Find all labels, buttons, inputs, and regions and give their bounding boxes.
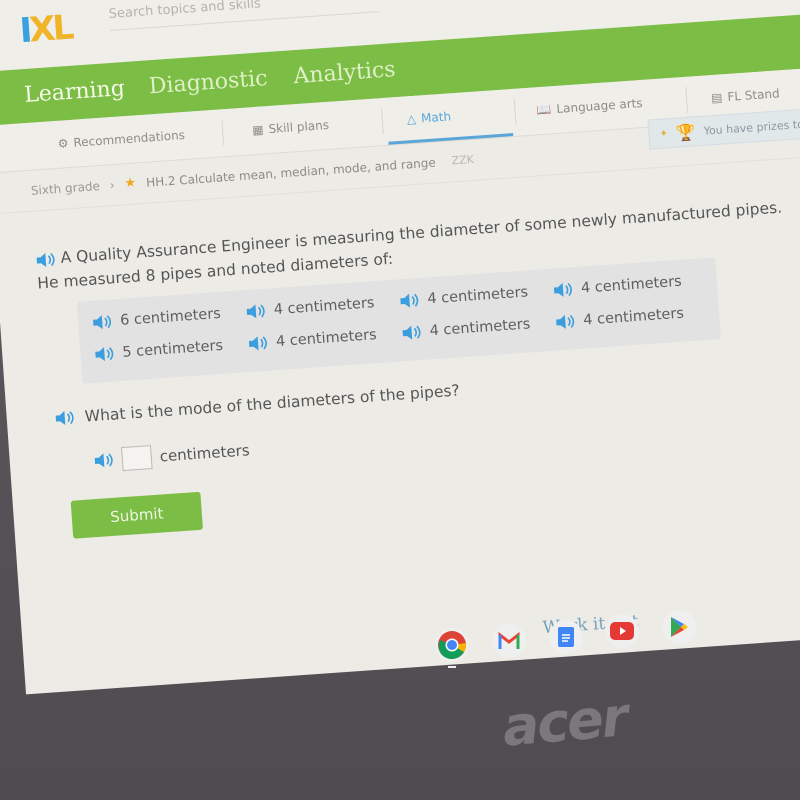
chevron-right-icon: › xyxy=(109,177,116,192)
breadcrumb-skill: HH.2 Calculate mean, median, mode, and r… xyxy=(145,155,437,190)
ixl-logo[interactable]: IXL xyxy=(18,8,72,51)
value-item: 6 centimeters xyxy=(92,306,221,331)
speaker-icon[interactable] xyxy=(555,313,576,330)
value-item: 4 centimeters xyxy=(399,284,529,309)
divider xyxy=(381,108,384,135)
play-store-icon[interactable] xyxy=(662,610,696,644)
value-item: 4 centimeters xyxy=(401,316,531,341)
running-indicator xyxy=(448,666,456,668)
speaker-icon[interactable] xyxy=(553,281,574,298)
value-item: 4 centimeters xyxy=(245,295,375,320)
book-icon: 📖 xyxy=(536,102,552,118)
math-icon: △ xyxy=(406,111,417,127)
search-input[interactable]: Search topics and skills xyxy=(107,0,380,31)
skill-code: ZZK xyxy=(451,152,475,168)
speaker-icon[interactable] xyxy=(399,292,420,309)
sparkle-icon: ✦ xyxy=(659,127,669,140)
value-item: 4 centimeters xyxy=(553,274,682,299)
speaker-icon[interactable] xyxy=(93,452,114,469)
divider xyxy=(221,119,225,146)
skill-plans-icon: ▦ xyxy=(251,122,265,138)
tab-diagnostic[interactable]: Diagnostic xyxy=(148,66,268,99)
subnav-fl-standards[interactable]: ▤ FL Stand xyxy=(711,86,780,105)
answer-row: centimeters xyxy=(93,438,250,473)
subnav-skill-plans[interactable]: ▦ Skill plans xyxy=(252,118,330,137)
trophy-icon: 🏆 xyxy=(675,121,697,143)
standards-icon: ▤ xyxy=(710,90,723,106)
answer-input[interactable] xyxy=(121,445,153,472)
value-item: 4 centimeters xyxy=(555,306,684,331)
acer-logo: acer xyxy=(500,685,629,759)
speaker-icon[interactable] xyxy=(401,324,422,341)
speaker-icon[interactable] xyxy=(92,313,113,330)
chrome-icon[interactable] xyxy=(435,628,469,662)
value-item: 5 centimeters xyxy=(94,338,224,363)
speaker-icon[interactable] xyxy=(248,335,269,352)
tab-analytics[interactable]: Analytics xyxy=(293,57,397,89)
speaker-icon[interactable] xyxy=(54,409,75,426)
question-prompt: What is the mode of the diameters of the… xyxy=(54,381,460,427)
math-active-underline xyxy=(388,133,514,145)
gmail-icon[interactable] xyxy=(492,624,526,658)
tab-learning[interactable]: Learning xyxy=(23,76,125,108)
breadcrumb-grade[interactable]: Sixth grade xyxy=(30,179,100,198)
recommendations-icon: ⚙ xyxy=(57,136,69,151)
divider xyxy=(685,86,689,113)
divider xyxy=(513,98,517,125)
subnav-recommendations[interactable]: ⚙ Recommendations xyxy=(57,128,185,151)
subnav-math[interactable]: △ Math xyxy=(406,109,451,126)
browser-screen: IXL Search topics and skills ⚲ Learning … xyxy=(0,0,800,695)
speaker-icon[interactable] xyxy=(245,303,266,320)
youtube-icon[interactable] xyxy=(605,614,639,648)
star-icon: ★ xyxy=(124,175,137,192)
speaker-icon[interactable] xyxy=(94,345,115,362)
docs-icon[interactable] xyxy=(549,620,583,654)
prizes-banner[interactable]: ✦ 🏆 You have prizes to xyxy=(647,105,800,150)
submit-button[interactable]: Submit xyxy=(70,491,203,539)
subnav-language-arts[interactable]: 📖 Language arts xyxy=(536,96,643,117)
speaker-icon[interactable] xyxy=(35,251,56,268)
answer-unit: centimeters xyxy=(159,441,251,466)
value-item: 4 centimeters xyxy=(248,327,377,352)
